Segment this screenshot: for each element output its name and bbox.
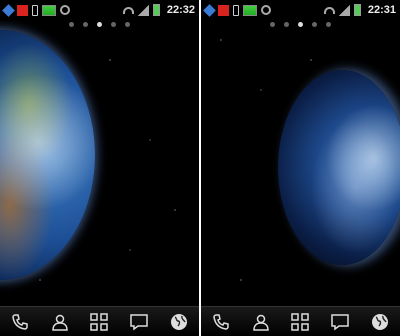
wifi-icon xyxy=(323,6,335,14)
messages-button[interactable] xyxy=(327,310,353,334)
contacts-icon xyxy=(51,314,68,331)
notification-image-icon xyxy=(243,4,257,16)
battery-icon xyxy=(152,4,160,16)
usb-icon xyxy=(32,4,38,16)
page-dot xyxy=(312,22,317,27)
page-indicator xyxy=(0,22,199,27)
status-time: 22:31 xyxy=(367,4,396,16)
contacts-button[interactable] xyxy=(248,310,274,334)
notification-app-icon xyxy=(2,3,15,17)
dock-bar xyxy=(201,306,400,336)
earth-planet-wallpaper xyxy=(278,70,400,265)
messages-icon xyxy=(331,313,350,330)
phone-icon xyxy=(12,313,28,330)
browser-button[interactable] xyxy=(367,310,393,334)
apps-grid-icon xyxy=(90,312,109,331)
messages-button[interactable] xyxy=(126,310,152,334)
usb-icon xyxy=(233,4,239,16)
status-bar[interactable]: 22:31 xyxy=(201,0,400,20)
apps-button[interactable] xyxy=(287,310,313,334)
phone-icon xyxy=(213,313,229,330)
signal-icon xyxy=(137,4,149,16)
page-dot xyxy=(270,22,275,27)
browser-globe-icon xyxy=(171,313,188,330)
phone-button[interactable] xyxy=(7,310,33,334)
page-indicator xyxy=(201,22,400,27)
phone-screen-left: 22:32 xyxy=(0,0,199,336)
wifi-icon xyxy=(122,6,134,14)
contacts-button[interactable] xyxy=(47,310,73,334)
page-dot-active xyxy=(97,22,102,27)
notification-alert-icon xyxy=(17,4,28,16)
phone-button[interactable] xyxy=(208,310,234,334)
contacts-icon xyxy=(252,314,269,331)
notification-alert-icon xyxy=(218,4,229,16)
page-dot xyxy=(111,22,116,27)
dock-bar xyxy=(0,306,199,336)
battery-icon xyxy=(353,4,361,16)
page-dot-active xyxy=(298,22,303,27)
page-dot xyxy=(284,22,289,27)
status-time: 22:32 xyxy=(166,4,195,16)
sync-icon xyxy=(261,5,271,15)
browser-button[interactable] xyxy=(166,310,192,334)
page-dot xyxy=(69,22,74,27)
browser-globe-icon xyxy=(372,313,389,330)
status-bar[interactable]: 22:32 xyxy=(0,0,199,20)
phone-screen-right: 22:31 xyxy=(201,0,400,336)
sync-icon xyxy=(60,5,70,15)
page-dot xyxy=(326,22,331,27)
messages-icon xyxy=(130,313,149,330)
apps-grid-icon xyxy=(291,312,310,331)
notification-image-icon xyxy=(42,4,56,16)
page-dot xyxy=(125,22,130,27)
notification-app-icon xyxy=(203,3,216,17)
apps-button[interactable] xyxy=(86,310,112,334)
page-dot xyxy=(83,22,88,27)
signal-icon xyxy=(338,4,350,16)
